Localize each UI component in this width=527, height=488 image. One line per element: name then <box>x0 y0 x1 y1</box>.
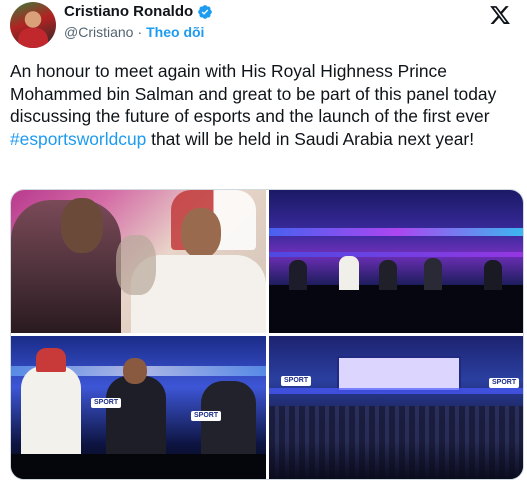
photo-4-badge-2: SPORT <box>489 378 520 388</box>
handle-row: @Cristiano · Theo dõi <box>64 24 204 40</box>
photo-1-head-left <box>61 198 103 253</box>
photo-2-light-strip <box>269 228 523 236</box>
photo-4-badge-1: SPORT <box>281 376 312 386</box>
photo-3[interactable]: SPORT SPORT <box>11 336 266 479</box>
photo-3-badge-2: SPORT <box>191 411 222 421</box>
photo-2-light-strip-2 <box>269 252 523 257</box>
avatar[interactable] <box>10 2 56 48</box>
photo-2-audience <box>269 285 523 333</box>
tweet-text-after: that will be held in Saudi Arabia next y… <box>146 128 475 149</box>
photo-3-seated-thobe <box>21 366 81 456</box>
author-name-row: Cristiano Ronaldo <box>64 3 213 20</box>
photo-3-headscarf <box>36 348 66 372</box>
media-grid: SPORT SPORT SPORT SPORT <box>10 189 524 480</box>
photo-3-audience <box>11 454 266 479</box>
photo-3-speaker <box>106 376 166 466</box>
verified-badge-icon <box>198 4 213 19</box>
author-name[interactable]: Cristiano Ronaldo <box>64 3 193 20</box>
hashtag-link[interactable]: #esportsworldcup <box>10 129 146 149</box>
photo-4-shadow <box>269 441 523 479</box>
photo-2-panelist-2 <box>339 256 359 290</box>
tweet-header: Cristiano Ronaldo @Cristiano · Theo dõi <box>10 0 517 52</box>
photo-2-panelist-1 <box>289 260 307 290</box>
photo-1[interactable] <box>11 190 266 333</box>
avatar-shirt-shape <box>18 28 48 48</box>
tweet-text-before: An honour to meet again with His Royal H… <box>10 61 497 126</box>
photo-1-head-right <box>181 208 221 258</box>
tweet-text: An honour to meet again with His Royal H… <box>10 60 520 150</box>
handle-separator: · <box>137 24 143 40</box>
follow-button[interactable]: Theo dõi <box>146 24 204 40</box>
photo-1-background-person <box>116 235 156 295</box>
photo-3-speaker-head <box>123 358 147 384</box>
photo-4[interactable]: SPORT SPORT <box>269 336 523 479</box>
author-handle[interactable]: @Cristiano <box>64 24 133 40</box>
photo-4-stage-light <box>269 388 523 394</box>
x-logo-icon[interactable] <box>489 4 511 26</box>
photo-2-panelist-4 <box>424 258 442 290</box>
photo-2-panelist-3 <box>379 260 397 290</box>
photo-4-stage-screen <box>337 356 461 392</box>
photo-2-panelist-5 <box>484 260 502 290</box>
photo-3-badge-1: SPORT <box>91 398 122 408</box>
photo-2[interactable] <box>269 190 523 333</box>
